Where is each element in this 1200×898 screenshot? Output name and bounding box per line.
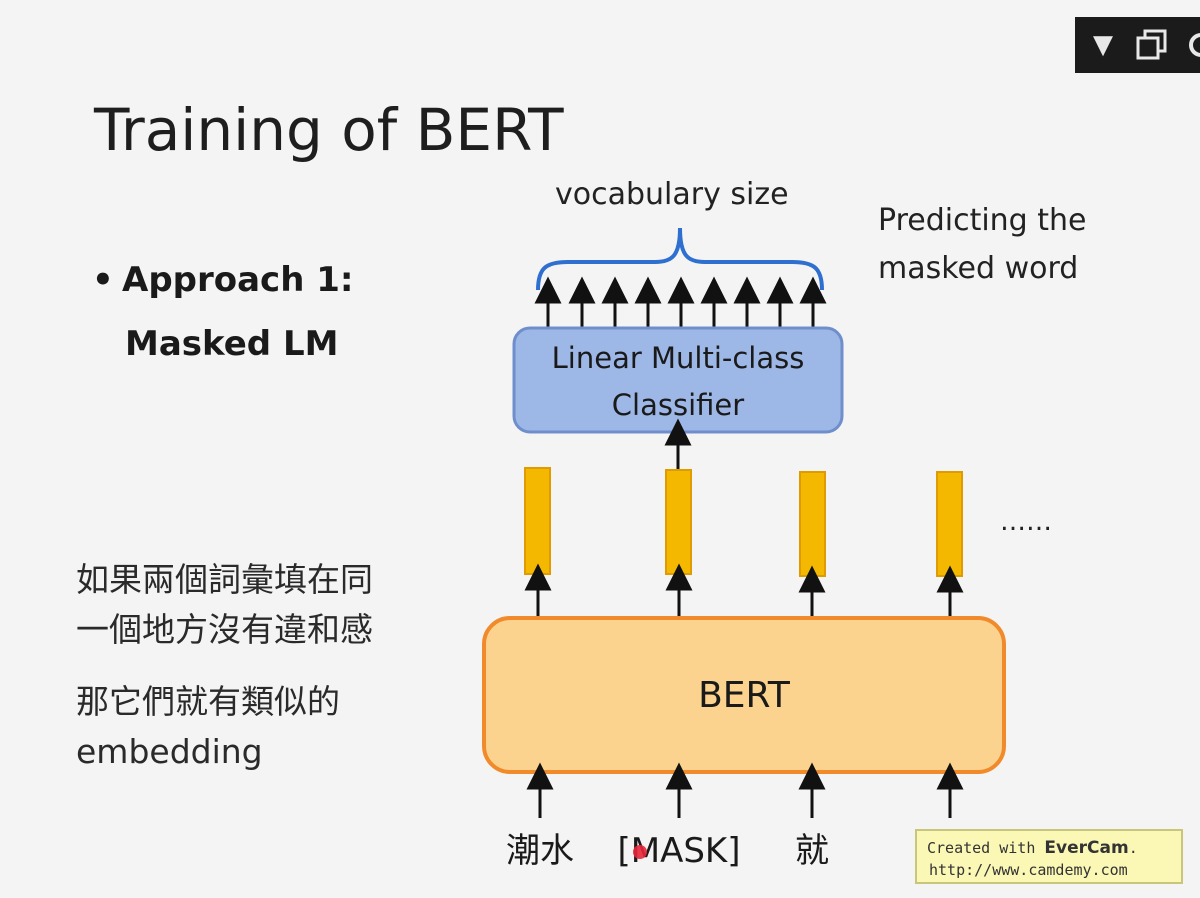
triangle-down-icon[interactable]: ▼ — [1093, 17, 1113, 73]
input-arrows — [526, 762, 964, 818]
restore-window-icon[interactable] — [1135, 17, 1169, 73]
bert-output-arrows — [524, 563, 964, 618]
bert-diagram: Linear Multi-class Classifier …… BERT 潮水 — [482, 227, 1052, 871]
laser-pointer-dot — [633, 845, 647, 859]
classifier-label-line-1: Linear Multi-class — [552, 341, 805, 375]
output-arrows — [534, 276, 827, 328]
slide: Training of BERT • Approach 1: Masked LM … — [0, 0, 1200, 898]
embedding-vector — [799, 471, 826, 577]
evercam-watermark: Created with EverCam. http://www.camdemy… — [915, 829, 1183, 884]
embedding-vector — [524, 467, 551, 575]
vocab-brace — [536, 227, 824, 291]
embedding-vector — [665, 469, 692, 575]
bert-label: BERT — [698, 675, 791, 716]
input-token: 潮水 — [506, 831, 574, 871]
ellipsis: …… — [1000, 507, 1052, 537]
embedding-vector — [936, 471, 963, 577]
watermark-line-2: http://www.camdemy.com — [929, 861, 1128, 879]
watermark-line-1: Created with EverCam. — [927, 838, 1138, 858]
classifier-label-line-2: Classifier — [612, 388, 744, 422]
close-icon[interactable] — [1187, 17, 1200, 73]
input-token: 就 — [795, 831, 829, 871]
window-toolbar: ▼ — [1075, 17, 1200, 73]
